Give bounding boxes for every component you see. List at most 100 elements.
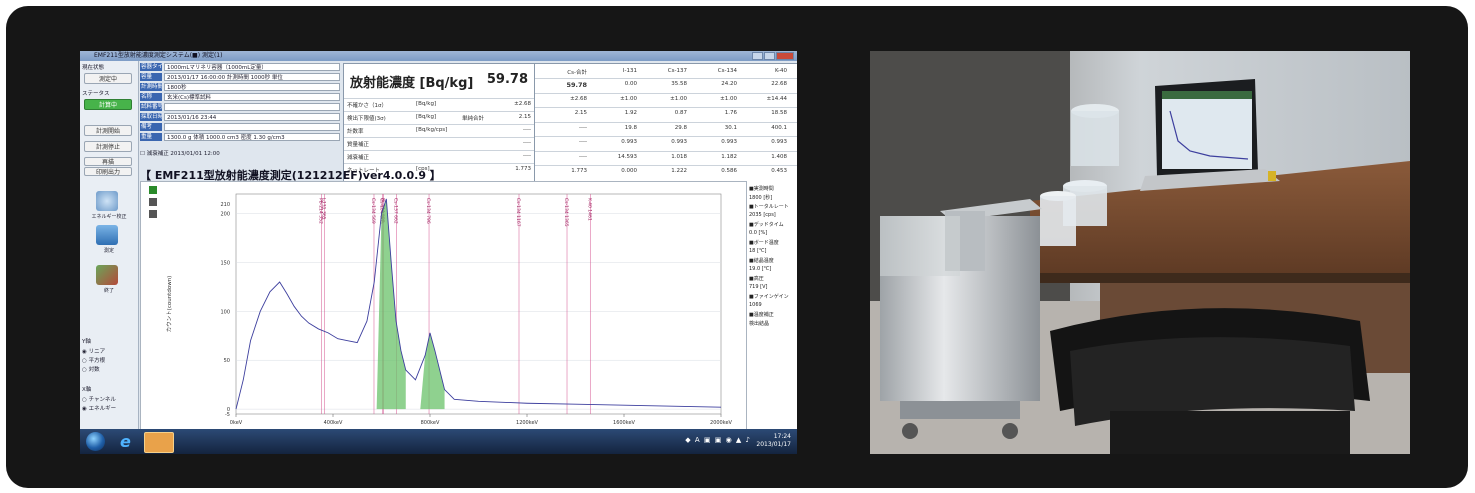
spectrum-svg: -50501001502002100keV 400keV 800keV 1200keV… <box>149 186 733 436</box>
browser-icon[interactable]: e <box>120 432 131 451</box>
grid-cell: 1.222 <box>671 168 687 174</box>
result-panel: 放射能濃度 [Bq/kg] 59.78 不確かさ（1σ） [Bq/kg] ±2.… <box>343 63 535 183</box>
result-row-value: 2.15 <box>518 114 531 120</box>
form-field-label: 採取日時 <box>140 113 162 121</box>
grid-cell: 0.993 <box>771 139 787 145</box>
taskbar: e ◆ A ▣ ▣ ◉ ▲ ♪ 17:24 2013/01/17 <box>80 429 797 454</box>
form-field-value[interactable] <box>164 123 340 131</box>
grid-header-row: Cs-合計 I-131 Cs-137 Cs-134 K-40 <box>535 66 797 77</box>
info-line: ■実測時間 <box>749 186 774 192</box>
info-line: ■ボード温度 <box>749 240 779 246</box>
exit-icon[interactable] <box>96 265 118 285</box>
save-button[interactable]: 印刷出力 <box>84 167 132 176</box>
yaxis-option-sqrt[interactable]: ○ 平方根 <box>82 356 105 364</box>
grid-cell: 1.76 <box>724 110 737 116</box>
grid-row: 2.15 1.92 0.87 1.76 18.58 <box>535 107 797 119</box>
minimize-button[interactable] <box>752 52 763 60</box>
y-tick-label: 50 <box>224 358 230 364</box>
energy-calib-label: エネルギー校正 <box>91 214 127 220</box>
result-row: 減衰補正 ---- <box>344 150 534 162</box>
form-field-label: 重量 <box>140 133 162 141</box>
yaxis-option-linear[interactable]: ◉ リニア <box>82 347 105 355</box>
exit-label: 終了 <box>103 288 114 294</box>
maximize-button[interactable] <box>764 52 775 60</box>
info-line: 0.0 [%] <box>749 230 768 236</box>
result-row-label: 減衰補正 <box>347 155 370 161</box>
info-line: 2035 [cps] <box>749 212 776 218</box>
form-row: 試料番号 <box>140 103 340 111</box>
x-tick-label: 400keV <box>324 420 343 426</box>
result-row: 計数率 [Bq/kg/cps] ---- <box>344 124 534 136</box>
magnifier-icon[interactable] <box>96 191 118 211</box>
app-taskbar-icon[interactable] <box>144 432 174 453</box>
grid-cell: ---- <box>579 153 587 160</box>
result-row-unit: [Bq/kg/cps] <box>416 127 448 133</box>
window-titlebar: EMF211型放射能濃度測定システム(■) 測定(1) <box>80 51 797 61</box>
start-orb-icon[interactable] <box>86 432 105 451</box>
info-line: 1069 <box>749 302 762 308</box>
form-field-label: 計測時間 <box>140 83 162 91</box>
display-button[interactable]: 再描 <box>84 157 132 166</box>
chart-tool-icon <box>149 198 157 206</box>
result-row-value: ±2.68 <box>514 101 531 107</box>
decay-correction-checkbox[interactable]: ☐ 減衰補正 2013/01/01 12:00 <box>140 149 220 157</box>
grid-cell: ±14.44 <box>766 95 787 102</box>
result-row: 検出下限値(3σ) [Bq/kg] 単純合計 2.15 <box>344 111 534 123</box>
state-button[interactable]: 測定中 <box>84 73 132 84</box>
software-screenshot: EMF211型放射能濃度測定システム(■) 測定(1) 現在状態 測定中 ステー… <box>80 51 797 454</box>
xaxis-option-energy[interactable]: ◉ エネルギー <box>82 404 116 412</box>
grid-header-cell: K-40 <box>774 68 787 74</box>
chart-tool-icon <box>149 186 157 194</box>
spectrum-chart: -5 0 50 100 150 200 210 0keV 400keV 800keV 1200keV… <box>140 181 747 441</box>
nuclide-marker-label: Cs-134 569 <box>370 198 376 224</box>
concentration-title: 放射能濃度 [Bq/kg] <box>350 76 474 91</box>
result-row-extra: 単純合計 <box>462 116 485 122</box>
form-field-value[interactable]: 2013/01/16 23:44 <box>164 113 340 121</box>
result-row-value: ---- <box>523 127 531 133</box>
grid-cell: ---- <box>579 124 587 131</box>
grid-row: ---- 0.993 0.993 0.993 0.993 <box>535 136 797 148</box>
form-field-label: 名称 <box>140 93 162 101</box>
form-field-value[interactable]: 1800秒 <box>164 83 340 91</box>
form-row: 容量 2013/01/17 16:00:00 計測時間 1000秒 単位 <box>140 73 340 81</box>
x-tick-label: 1200keV <box>516 420 539 426</box>
grid-cell: 29.8 <box>674 124 687 131</box>
grid-header-cell: Cs-合計 <box>567 70 587 76</box>
form-field-value[interactable]: 1000mLマリネリ容器（1000mL定量） <box>164 63 340 71</box>
left-panel: 現在状態 測定中 ステータス 計算中 計測開始 計測停止 再描 印刷出力 エネル… <box>80 61 139 439</box>
form-row: 名称 玄米(Cs)標準試料 <box>140 93 340 101</box>
info-line: ■結晶温度 <box>749 258 774 264</box>
form-field-value[interactable]: 1300.0 g 体積 1000.0 cm3 密度 1.30 g/cm3 <box>164 133 340 141</box>
taskbar-clock: 17:24 2013/01/17 <box>756 433 791 449</box>
measure-icon[interactable] <box>96 225 118 245</box>
form-field-label: 備考 <box>140 123 162 131</box>
info-line: 1800 [秒] <box>749 195 773 201</box>
form-field-value[interactable]: 玄米(Cs)標準試料 <box>164 93 340 101</box>
form-row: 容器タイプ1000mLマリネリ容器（1000mL定量） <box>140 63 340 71</box>
grid-cell: ±1.00 <box>720 95 737 102</box>
measure-label: 測定 <box>103 248 114 254</box>
y-tick-label: 0 <box>227 407 230 413</box>
form-field-label: 試料番号 <box>140 103 162 111</box>
grid-cell: 14.593 <box>617 153 637 160</box>
grid-cell: 0.87 <box>674 110 687 116</box>
xaxis-option-channel[interactable]: ○ チャンネル <box>82 395 116 403</box>
grid-cell: 1.408 <box>771 153 787 160</box>
grid-header-cell: Cs-134 <box>717 68 737 74</box>
xaxis-title: X軸 <box>82 387 92 393</box>
stop-button[interactable]: 計測停止 <box>84 141 132 152</box>
result-row-label: 検出下限値(3σ) <box>347 116 386 122</box>
form-row: 計測時間 1800秒 <box>140 83 340 91</box>
form-field-value[interactable]: 2013/01/17 16:00:00 計測時間 1000秒 単位 <box>164 73 340 81</box>
form-field-value[interactable] <box>164 103 340 111</box>
system-tray: ◆ A ▣ ▣ ◉ ▲ ♪ <box>685 436 751 444</box>
grid-cell: 0.000 <box>621 168 637 174</box>
mode-button[interactable]: 計算中 <box>84 99 132 110</box>
grid-cell: 35.58 <box>671 81 687 87</box>
grid-cell: 0.586 <box>721 168 737 174</box>
start-button[interactable]: 計測開始 <box>84 125 132 136</box>
yaxis-option-log[interactable]: ○ 対数 <box>82 365 100 373</box>
info-line: ■トータルレート <box>749 204 789 210</box>
close-button[interactable] <box>776 52 794 60</box>
form-row: 備考 <box>140 123 340 131</box>
